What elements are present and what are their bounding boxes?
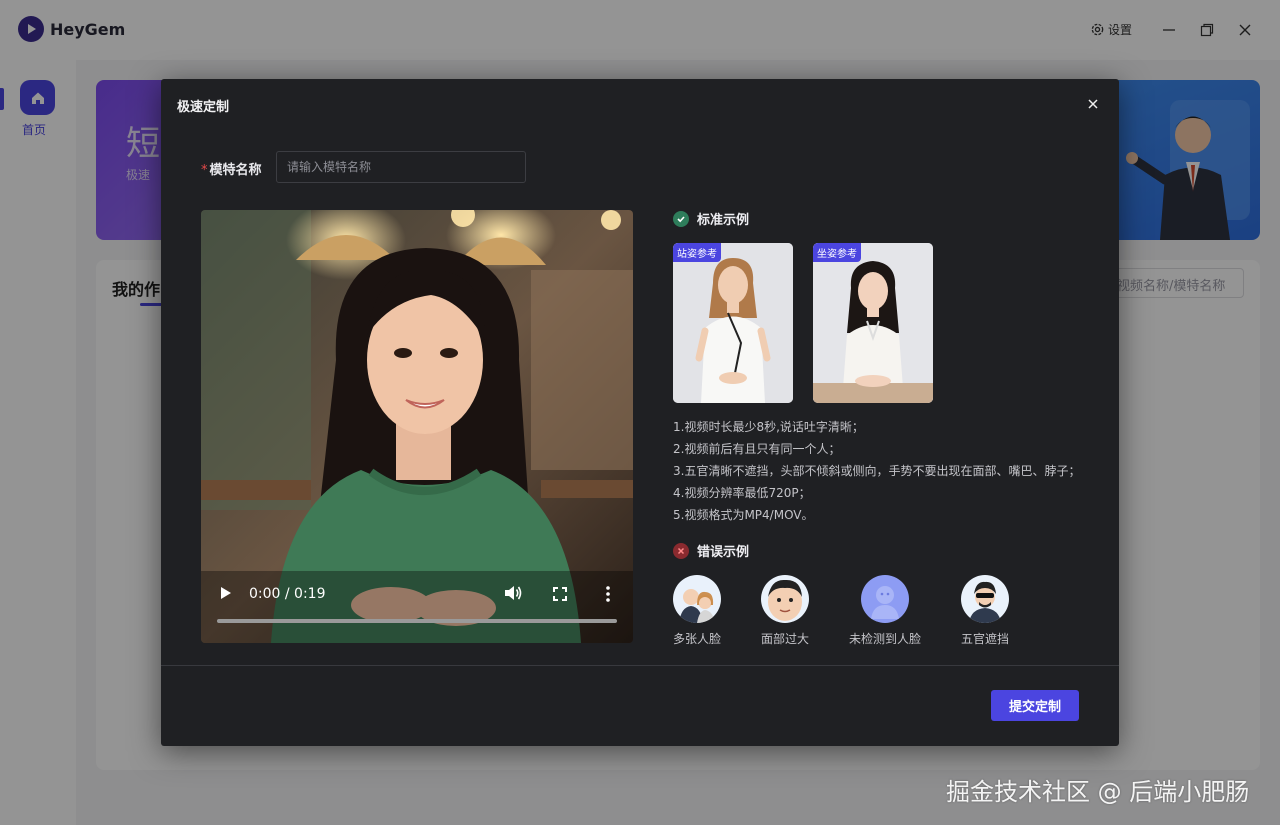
requirement-item: 5.视频格式为MP4/MOV。	[673, 508, 814, 522]
bad-example-multiple-faces: 多张人脸	[673, 575, 773, 646]
error-circle-icon	[673, 542, 689, 559]
no-face-detected-icon	[861, 575, 909, 623]
model-name-label-text: 模特名称	[209, 163, 262, 178]
bad-example-title: 错误示例	[697, 545, 750, 560]
face-blocked-icon	[961, 575, 1009, 623]
face-too-large-icon	[761, 575, 809, 623]
model-name-input[interactable]	[276, 151, 526, 183]
check-circle-icon	[673, 210, 689, 227]
video-player[interactable]: 0:00 / 0:19	[201, 210, 633, 643]
sitting-reference-card: 坐姿参考	[813, 243, 933, 403]
good-example-header: 标准示例	[673, 209, 749, 228]
face-blocked-label: 五官遮挡	[961, 632, 1010, 646]
standing-woman-image	[673, 243, 793, 403]
volume-icon	[505, 586, 522, 600]
close-icon	[1088, 99, 1098, 109]
fullscreen-button[interactable]	[552, 586, 568, 602]
watermark-text: 掘金技术社区 @ 后端小肥肠	[946, 778, 1250, 806]
submit-customization-button[interactable]: 提交定制	[991, 690, 1079, 721]
play-icon	[221, 587, 231, 599]
bad-example-no-face: 未检测到人脸	[849, 575, 961, 646]
multiple-faces-icon	[673, 575, 721, 623]
requirements-list: 1.视频时长最少8秒,说话吐字清晰； 2.视频前后有且只有同一个人； 3.五官清…	[673, 416, 1080, 526]
dialog-title: 极速定制	[177, 100, 230, 115]
dialog-footer-divider	[161, 665, 1119, 666]
face-too-large-label: 面部过大	[761, 632, 810, 646]
standing-reference-card: 站姿参考	[673, 243, 793, 403]
video-progress-bar[interactable]	[217, 619, 617, 623]
requirement-item: 2.视频前后有且只有同一个人；	[673, 442, 841, 456]
custom-model-dialog: 极速定制 * 模特名称 请输入模特名称 0:00 / 0:19 标准示例 站姿参…	[161, 79, 1119, 746]
more-options-button[interactable]	[603, 585, 613, 603]
good-example-title: 标准示例	[697, 213, 750, 228]
play-button[interactable]	[219, 585, 233, 601]
more-vertical-icon	[606, 586, 610, 602]
bad-example-face-too-large: 面部过大	[761, 575, 861, 646]
video-frame-woman	[201, 210, 633, 643]
requirement-item: 3.五官清晰不遮挡，头部不倾斜或侧向，手势不要出现在面部、嘴巴、脖子；	[673, 464, 1081, 478]
sitting-woman-image	[813, 243, 933, 403]
multiple-faces-label: 多张人脸	[673, 632, 722, 646]
requirement-item: 1.视频时长最少8秒,说话吐字清晰；	[673, 420, 864, 434]
dialog-close-button[interactable]	[1085, 96, 1101, 112]
required-mark: *	[201, 163, 208, 178]
requirement-item: 4.视频分辨率最低720P；	[673, 486, 811, 500]
no-face-detected-label: 未检测到人脸	[849, 632, 922, 646]
sitting-reference-tag: 坐姿参考	[813, 243, 861, 262]
video-time: 0:00 / 0:19	[249, 586, 326, 602]
bad-example-face-blocked: 五官遮挡	[961, 575, 1061, 646]
model-name-label: * 模特名称	[201, 159, 262, 178]
volume-button[interactable]	[503, 584, 523, 602]
fullscreen-icon	[553, 587, 567, 601]
standing-reference-tag: 站姿参考	[673, 243, 721, 262]
bad-example-header: 错误示例	[673, 541, 749, 560]
